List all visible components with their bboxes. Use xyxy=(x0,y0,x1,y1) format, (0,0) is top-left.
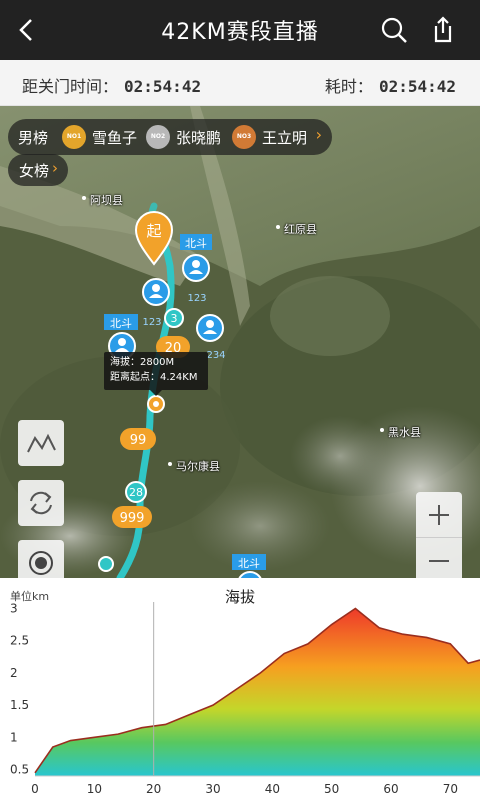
zoom-out-icon xyxy=(429,560,449,562)
start-marker[interactable]: 起 xyxy=(134,211,174,266)
elevation-panel: 单位km 海拔 0 10 20 30 40 50 60 70 0.5 1 1.5 2 2.5 3 xyxy=(0,578,480,800)
x-tick-label: 70 xyxy=(443,782,458,796)
cutoff-label: 距关门时间： xyxy=(22,77,119,96)
runner-marker[interactable] xyxy=(196,314,224,342)
runner-marker[interactable] xyxy=(142,278,170,306)
x-tick-label: 60 xyxy=(383,782,398,796)
position-tooltip: 海拔：2800M 距离起点：4.24KM xyxy=(104,352,208,396)
checkpoint-label: 999 xyxy=(120,511,145,526)
terrain-icon xyxy=(27,433,56,453)
locate-button[interactable] xyxy=(18,540,64,578)
refresh-button[interactable] xyxy=(18,480,64,526)
runner-number: 234 xyxy=(206,350,225,361)
x-tick-label: 50 xyxy=(324,782,339,796)
share-icon xyxy=(434,16,452,43)
y-tick-label: 0.5 xyxy=(10,763,29,777)
checkpoint-label: 99 xyxy=(130,433,147,448)
x-tick-label: 10 xyxy=(87,782,102,796)
x-tick-label: 30 xyxy=(205,782,220,796)
beidou-tag-label: 北斗 xyxy=(238,557,260,570)
elapsed-time: 耗时： 02:54:42 xyxy=(325,73,456,97)
x-tick-label: 0 xyxy=(31,782,39,796)
top-bar: 42KM赛段直播 xyxy=(0,0,480,60)
share-button[interactable] xyxy=(424,12,460,48)
start-label: 起 xyxy=(146,222,161,240)
elapsed-label: 耗时： xyxy=(324,77,373,96)
satellite-map[interactable]: 男榜 NO1 雪鱼子 NO2 张晓鹏 NO3 王立明 › 女榜 › 阿坝县 红原… xyxy=(0,106,480,578)
tooltip-distance: 距离起点：4.24KM xyxy=(110,372,198,383)
cutoff-time: 距关门时间： 02:54:42 xyxy=(22,73,201,97)
y-tick-label: 1 xyxy=(10,730,18,744)
beidou-tag-label: 北斗 xyxy=(110,317,132,330)
beidou-tag-label: 北斗 xyxy=(185,237,207,250)
search-icon xyxy=(381,17,407,43)
elapsed-value: 02:54:42 xyxy=(378,77,456,96)
x-tick-label: 20 xyxy=(146,782,161,796)
runner-number: 123 xyxy=(142,317,161,328)
locate-icon xyxy=(29,551,53,575)
y-tick-label: 2 xyxy=(10,666,18,680)
runner-marker[interactable] xyxy=(182,254,210,282)
zoom-in-button[interactable] xyxy=(416,492,462,538)
zoom-control xyxy=(416,492,462,578)
checkpoint-label: 28 xyxy=(129,486,143,499)
checkpoint-marker xyxy=(98,556,114,572)
y-tick-label: 3 xyxy=(10,601,18,615)
refresh-icon xyxy=(30,491,52,515)
y-tick-label: 1.5 xyxy=(10,698,29,712)
checkpoint-label: 3 xyxy=(171,312,178,325)
tooltip-altitude: 海拔：2800M xyxy=(110,357,175,368)
zoom-out-button[interactable] xyxy=(416,538,462,578)
timer-bar: 距关门时间： 02:54:42 耗时： 02:54:42 xyxy=(0,60,480,106)
terrain-toggle-button[interactable] xyxy=(18,420,64,466)
elevation-area xyxy=(35,608,480,776)
runner-number: 123 xyxy=(187,293,206,304)
cutoff-value: 02:54:42 xyxy=(124,77,202,96)
map-markers: 起 北斗 123 北斗 123 234 3 20 99 28 999 北斗 xyxy=(98,211,266,578)
search-button[interactable] xyxy=(376,12,412,48)
x-tick-label: 40 xyxy=(265,782,280,796)
elevation-chart[interactable]: 0 10 20 30 40 50 60 70 0.5 1 1.5 2 2.5 3 xyxy=(0,578,480,800)
y-tick-label: 2.5 xyxy=(10,634,29,648)
zoom-in-icon xyxy=(429,505,449,525)
